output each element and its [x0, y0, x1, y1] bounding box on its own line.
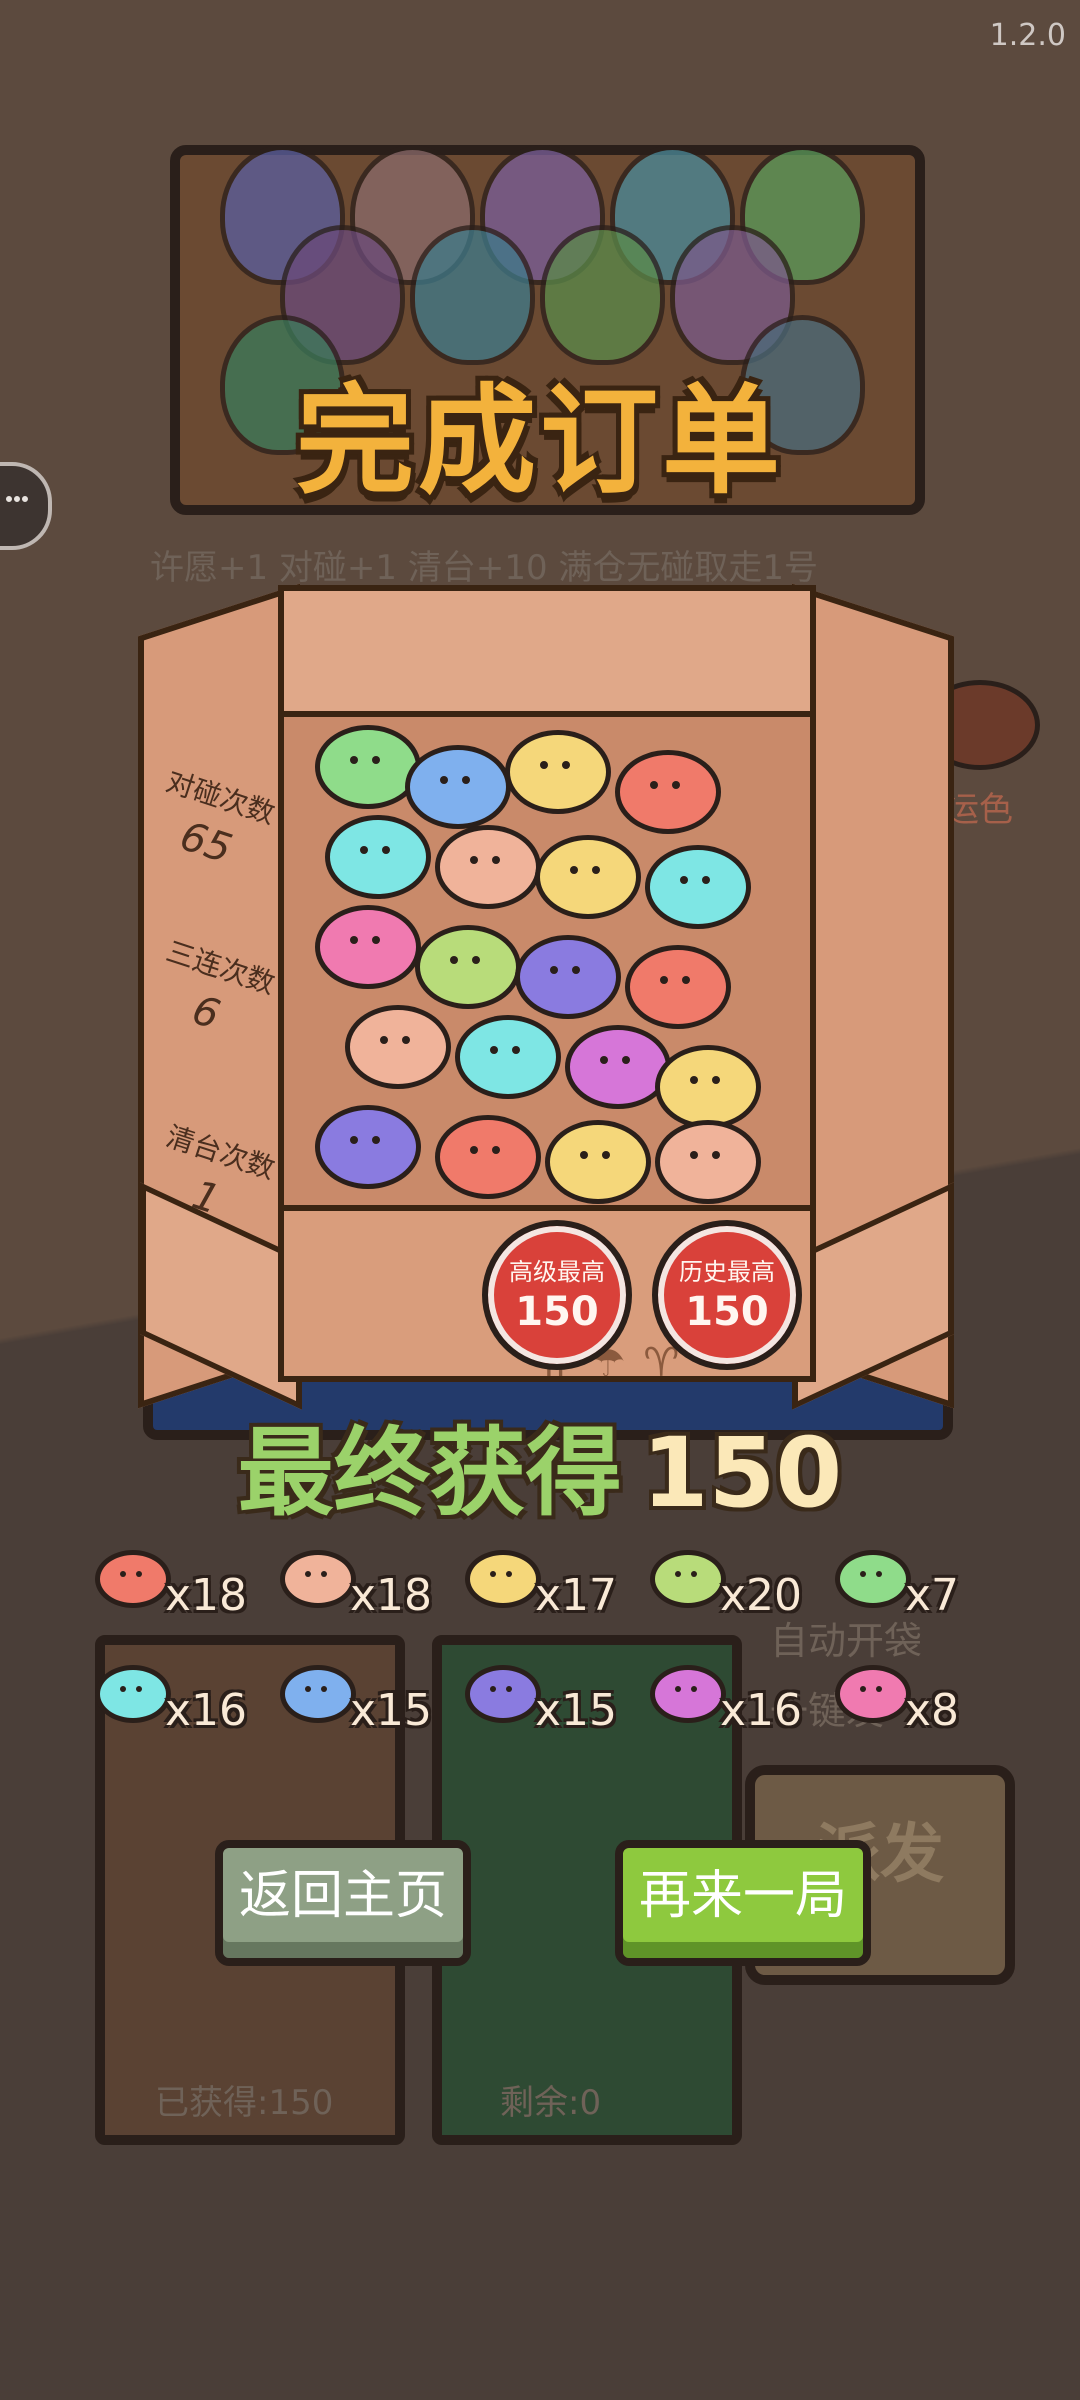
- candy-icon: [545, 1120, 651, 1204]
- tally-count: x15: [350, 1685, 433, 1736]
- candy-icon: [325, 815, 431, 899]
- tally-item: x15: [465, 1660, 645, 1740]
- candy-icon: [435, 825, 541, 909]
- final-score: 最终获得 150: [0, 1395, 1080, 1534]
- tally-item: x16: [95, 1660, 275, 1740]
- candy-tally: x18 x18 x17 x20 x7 x16 x15 x15 x16 x8: [95, 1545, 995, 1775]
- tally-count: x8: [905, 1685, 960, 1736]
- tally-item: x16: [650, 1660, 830, 1740]
- candy-icon: [835, 1665, 911, 1723]
- candy-icon: [280, 1550, 356, 1608]
- candy-icon: [455, 1015, 561, 1099]
- collected-count: 已获得:150: [155, 2083, 334, 2123]
- candy-icon: [615, 750, 721, 834]
- candy-icon: [505, 730, 611, 814]
- candy-icon: [315, 725, 421, 809]
- candy-pile: [315, 725, 765, 1205]
- candy-icon: [650, 1550, 726, 1608]
- candy-icon: [280, 1665, 356, 1723]
- candy-icon: [655, 1120, 761, 1204]
- final-score-value: 150: [641, 1417, 843, 1529]
- candy-icon: [315, 905, 421, 989]
- candy-icon: [95, 1550, 171, 1608]
- tally-count: x15: [535, 1685, 618, 1736]
- tally-count: x7: [905, 1570, 960, 1621]
- tally-count: x17: [535, 1570, 618, 1621]
- candy-icon: [315, 1105, 421, 1189]
- candy-icon: [565, 1025, 671, 1109]
- play-again-button[interactable]: 再来一局: [615, 1840, 871, 1966]
- badge-history-best: 历史最高 150: [652, 1220, 802, 1370]
- badge-advanced-best: 高级最高 150: [482, 1220, 632, 1370]
- candy-icon: [645, 845, 751, 929]
- rules-hint: 许愿+1 对碰+1 清台+10 满仓无碰取走1号: [150, 548, 819, 588]
- candy-icon: [655, 1045, 761, 1129]
- badge-value: 150: [515, 1289, 599, 1335]
- order-complete-title: 完成订单: [295, 372, 784, 510]
- egg: [410, 225, 535, 365]
- tally-item: x17: [465, 1545, 645, 1625]
- candy-icon: [95, 1665, 171, 1723]
- candy-icon: [345, 1005, 451, 1089]
- candy-icon: [650, 1665, 726, 1723]
- badge-label: 高级最高: [509, 1258, 605, 1286]
- tally-item: x15: [280, 1660, 460, 1740]
- tally-count: x16: [165, 1685, 248, 1736]
- lucky-color-label: 运色: [945, 790, 1013, 830]
- tally-item: x20: [650, 1545, 830, 1625]
- tally-count: x20: [720, 1570, 803, 1621]
- tally-item: x18: [280, 1545, 460, 1625]
- tally-item: x18: [95, 1545, 275, 1625]
- badge-value: 150: [685, 1289, 769, 1335]
- tally-item: x7: [835, 1545, 1015, 1625]
- final-score-label: 最终获得: [237, 1417, 622, 1529]
- candy-icon: [535, 835, 641, 919]
- tally-count: x16: [720, 1685, 803, 1736]
- candy-icon: [415, 925, 521, 1009]
- tally-row: x18 x18 x17 x20 x7: [95, 1545, 995, 1660]
- box-top-flap: [278, 585, 816, 717]
- candy-icon: [465, 1665, 541, 1723]
- egg: [540, 225, 665, 365]
- candy-icon: [515, 935, 621, 1019]
- tally-item: x8: [835, 1660, 1015, 1740]
- tally-count: x18: [165, 1570, 248, 1621]
- remaining-count: 剩余:0: [500, 2083, 602, 2123]
- tally-count: x18: [350, 1570, 433, 1621]
- candy-icon: [465, 1550, 541, 1608]
- candy-icon: [435, 1115, 541, 1199]
- return-home-button[interactable]: 返回主页: [215, 1840, 471, 1966]
- tally-row: x16 x15 x15 x16 x8: [95, 1660, 995, 1775]
- version-label: 1.2.0: [989, 18, 1066, 53]
- candy-icon: [625, 945, 731, 1029]
- badge-label: 历史最高: [679, 1258, 775, 1286]
- candy-icon: [405, 745, 511, 829]
- candy-icon: [835, 1550, 911, 1608]
